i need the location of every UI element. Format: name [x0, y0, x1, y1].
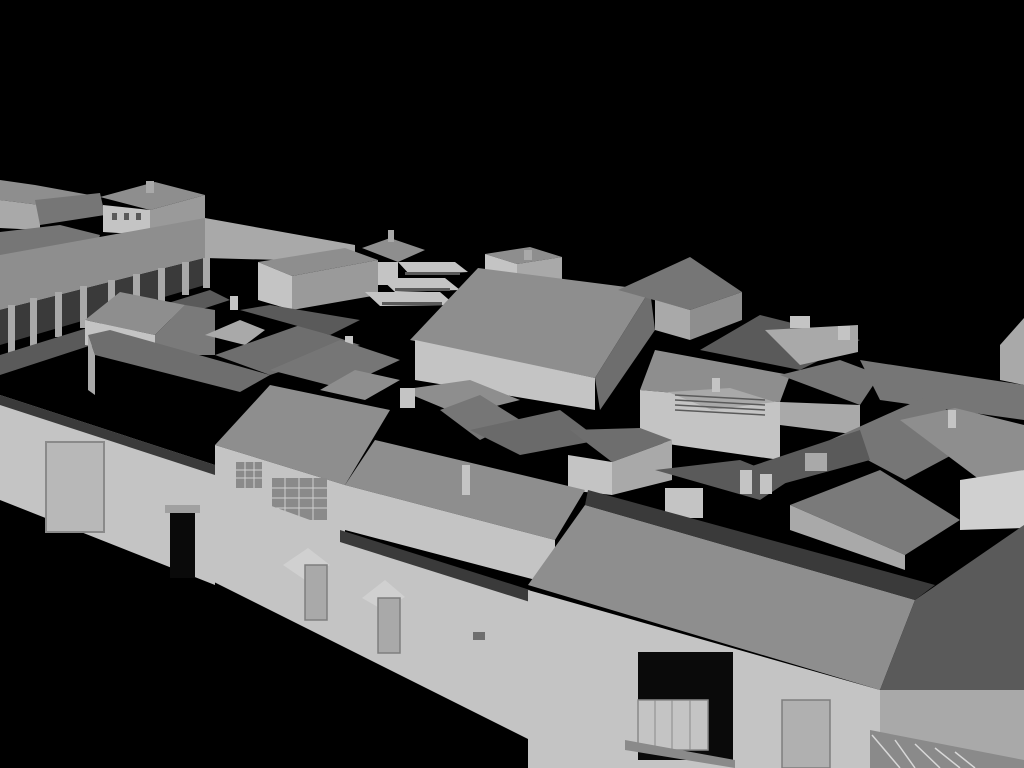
architectural-model-render [0, 0, 1024, 768]
opening-panels [637, 699, 709, 751]
door-left [304, 564, 328, 621]
door-right [377, 597, 401, 654]
door-far-right [781, 699, 831, 768]
render-viewport [0, 0, 1024, 768]
doorway-opening [170, 510, 195, 578]
grilled-window [236, 462, 262, 488]
large-doorway [45, 441, 105, 533]
